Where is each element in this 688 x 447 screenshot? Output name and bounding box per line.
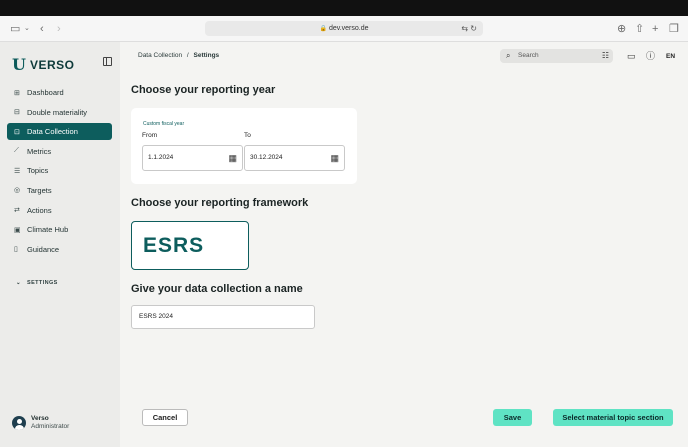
share-icon[interactable]: ⇧: [635, 22, 644, 36]
to-label: To: [244, 132, 251, 139]
system-top-bar: [0, 0, 688, 16]
user-profile[interactable]: Verso Administrator: [12, 415, 69, 430]
url-text: dev.verso.de: [328, 25, 369, 32]
to-date-value: 30.12.2024: [250, 154, 283, 161]
language-switcher[interactable]: EN: [666, 53, 675, 60]
from-label: From: [142, 132, 158, 139]
chevron-down-icon[interactable]: ⌄: [24, 22, 30, 36]
reporting-year-heading: Choose your reporting year: [131, 84, 276, 96]
breadcrumb: Data Collection / Settings: [138, 52, 219, 59]
custom-fiscal-year-chip[interactable]: Custom fiscal year: [143, 121, 185, 127]
targets-icon: ◎: [14, 187, 21, 195]
back-icon[interactable]: ‹: [40, 22, 44, 36]
save-button[interactable]: Save: [493, 409, 532, 426]
climate-hub-icon: ▣: [14, 226, 21, 234]
data-collection-icon: ⊡: [14, 128, 20, 136]
translate-icon[interactable]: ⇆ ↻: [461, 21, 477, 36]
tabs-overview-icon[interactable]: ❐: [669, 22, 679, 36]
browser-toolbar: ▭ ⌄ ‹ › 🔒 dev.verso.de ⇆ ↻ ⊕ ⇧ + ❐: [0, 16, 688, 42]
actions-icon: ⇄: [14, 207, 20, 215]
breadcrumb-current: Settings: [193, 52, 220, 59]
address-bar[interactable]: 🔒 dev.verso.de ⇆ ↻: [205, 21, 483, 36]
sidebar-item-topics[interactable]: ☰ Topics: [7, 162, 112, 179]
sidebar-item-label: Data Collection: [27, 127, 78, 137]
search-placeholder: Search: [518, 52, 539, 59]
dashboard-icon: ⊞: [14, 89, 20, 97]
sidebar-item-targets[interactable]: ◎ Targets: [7, 182, 112, 199]
verso-logo-icon: U: [12, 55, 26, 74]
lock-icon: 🔒: [319, 26, 327, 32]
brand-name: VERSO: [29, 57, 75, 72]
avatar: [12, 415, 26, 430]
settings-section-toggle[interactable]: ⌄ SETTINGS: [16, 280, 64, 286]
sidebar-item-guidance[interactable]: ▯ Guidance: [7, 241, 112, 258]
to-date-field[interactable]: 30.12.2024 ▦: [244, 145, 345, 171]
select-material-topic-button[interactable]: Select material topic section: [553, 409, 673, 426]
sidebar-item-label: Metrics: [27, 146, 52, 156]
sidebar-item-metrics[interactable]: ⟋ Metrics: [7, 143, 112, 160]
chevron-down-icon: ⌄: [16, 280, 22, 286]
breadcrumb-separator: /: [186, 52, 189, 59]
guidance-icon: ▯: [14, 246, 18, 254]
sidebar-item-label: Double materiality: [27, 107, 88, 117]
reporting-framework-heading: Choose your reporting framework: [131, 197, 309, 209]
help-icon[interactable]: ⓘ: [646, 51, 655, 61]
sidebar-item-climate-hub[interactable]: ▣ Climate Hub: [7, 221, 112, 238]
sidebar-item-data-collection[interactable]: ⊡ Data Collection: [7, 123, 112, 141]
from-date-value: 1.1.2024: [148, 154, 174, 161]
filter-icon[interactable]: ☷: [602, 49, 609, 63]
user-role: Administrator: [31, 423, 70, 430]
sidebar-nav: ⊞ Dashboard ⊟ Double materiality ⊡ Data Col…: [7, 84, 112, 260]
sidebar: U VERSO ⊞ Dashboard ⊟ Double materiality ⊡…: [0, 42, 120, 447]
collection-name-input[interactable]: ESRS 2024: [131, 305, 315, 329]
framework-option-esrs[interactable]: ESRS: [131, 221, 249, 270]
download-icon[interactable]: ⊕: [617, 22, 626, 36]
calendar-icon[interactable]: ▦: [228, 146, 237, 170]
sidebar-item-label: Guidance: [27, 244, 60, 254]
collapse-sidebar-icon[interactable]: [103, 57, 112, 66]
sidebar-item-actions[interactable]: ⇄ Actions: [7, 202, 112, 219]
sidebar-toggle-icon[interactable]: ▭: [10, 22, 20, 36]
new-tab-icon[interactable]: +: [652, 22, 658, 36]
brand-logo[interactable]: U VERSO: [12, 55, 74, 74]
sidebar-item-label: Actions: [27, 205, 52, 215]
sidebar-item-double-materiality[interactable]: ⊟ Double materiality: [7, 104, 112, 121]
collection-name-heading: Give your data collection a name: [131, 283, 303, 295]
from-date-field[interactable]: 1.1.2024 ▦: [142, 145, 243, 171]
sidebar-item-label: Dashboard: [27, 88, 64, 97]
user-name: Verso: [31, 415, 49, 422]
cancel-button[interactable]: Cancel: [142, 409, 188, 426]
reporting-year-card: Custom fiscal year From To 1.1.2024 ▦ 30…: [131, 108, 357, 184]
page-header: Data Collection / Settings ⌕ Search ☷ ▭ …: [120, 42, 688, 70]
topics-icon: ☰: [14, 167, 21, 175]
inbox-icon[interactable]: ▭: [627, 51, 636, 61]
sidebar-item-label: Climate Hub: [27, 225, 69, 235]
sidebar-item-label: Topics: [27, 166, 49, 176]
settings-label: SETTINGS: [27, 280, 58, 286]
calendar-icon[interactable]: ▦: [330, 146, 339, 170]
search-input[interactable]: ⌕ Search ☷: [500, 49, 613, 63]
breadcrumb-parent[interactable]: Data Collection: [138, 52, 182, 59]
sidebar-item-dashboard[interactable]: ⊞ Dashboard: [7, 84, 112, 101]
forward-icon[interactable]: ›: [57, 22, 61, 36]
search-icon: ⌕: [506, 51, 511, 60]
sidebar-item-label: Targets: [27, 185, 52, 195]
materiality-icon: ⊟: [14, 109, 20, 117]
metrics-icon: ⟋: [14, 147, 19, 155]
